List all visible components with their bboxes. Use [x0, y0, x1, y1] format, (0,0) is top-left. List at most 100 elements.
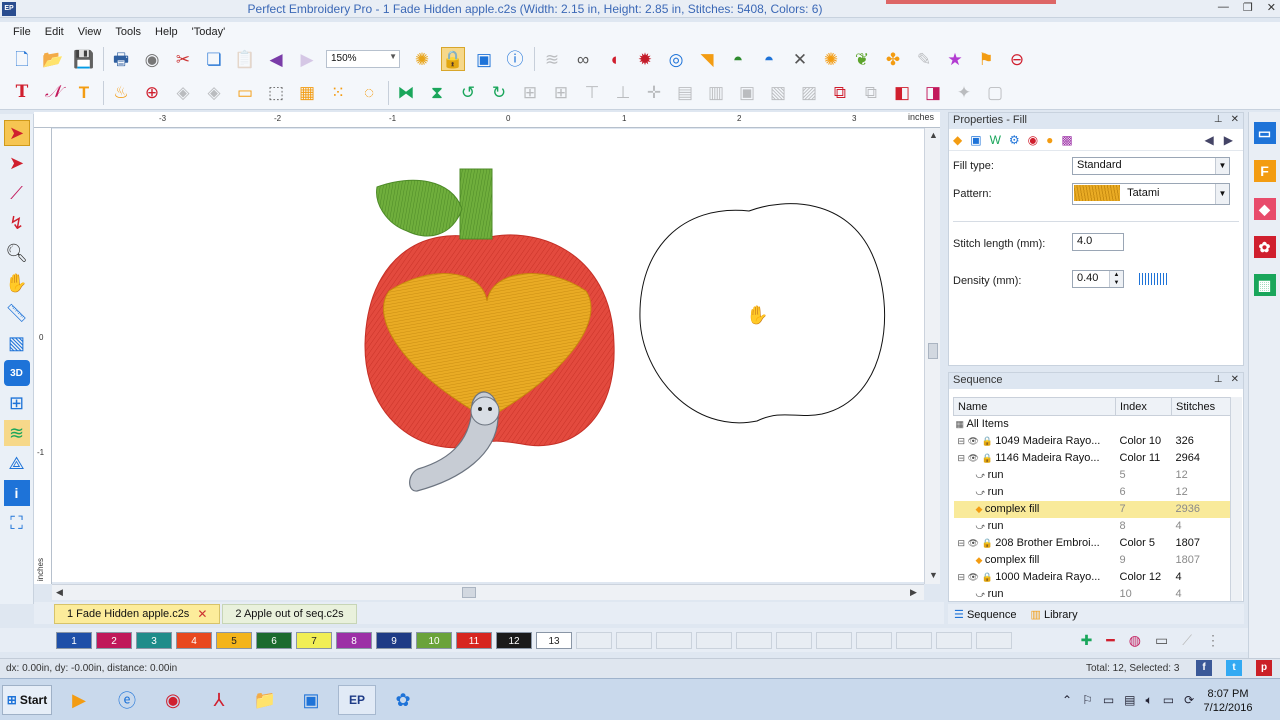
sequence-row[interactable]: ⊟ 👁 🔒 1049 Madeira Rayo... Color 10 326 [954, 433, 1242, 450]
cross-icon[interactable]: ✕ [788, 47, 812, 71]
monitor-tray-icon[interactable]: ▭ [1163, 693, 1174, 708]
combine2-icon[interactable]: ◨ [921, 81, 945, 105]
scroll-thumb[interactable] [462, 587, 476, 598]
color-swatch-4[interactable]: 4 [176, 631, 212, 649]
print-icon[interactable]: 🖶 [109, 47, 133, 71]
more-icon[interactable]: ⋮ [1206, 632, 1220, 649]
scroll-thumb[interactable] [928, 343, 938, 359]
close-icon[interactable]: ✕ [1231, 374, 1239, 385]
clock[interactable]: 8:07 PM 7/12/2016 [1196, 687, 1260, 715]
network-tray-icon[interactable]: ▤ [1124, 693, 1135, 708]
crop2-icon[interactable]: ⧉ [859, 81, 883, 105]
media-icon[interactable]: ▶ [60, 685, 98, 715]
copy-icon[interactable]: ❏ [202, 47, 226, 71]
paste-icon[interactable]: 📋 [233, 47, 257, 71]
acrobat-icon[interactable]: ⅄ [200, 685, 238, 715]
cut-icon[interactable]: ✂ [171, 47, 195, 71]
spinner-icon[interactable]: ▲ ▼ [1109, 271, 1123, 287]
color-swatch-11[interactable]: 11 [456, 631, 492, 649]
screen-icon[interactable]: ▣ [292, 685, 330, 715]
gear-icon[interactable]: ⚙ [1009, 133, 1020, 147]
orange-tag-icon[interactable]: ◥ [695, 47, 719, 71]
doc-tab-2[interactable]: 2 Apple out of seq.c2s [222, 604, 357, 624]
color-swatch-9[interactable]: 9 [376, 631, 412, 649]
circle-dots-icon[interactable]: ◌ [357, 81, 381, 105]
new-file-icon[interactable]: 🗋 [10, 47, 34, 71]
color-swatch-5[interactable]: 5 [216, 631, 252, 649]
menu-today[interactable]: 'Today' [185, 26, 233, 38]
3d-view-icon[interactable]: 3D [3, 360, 30, 386]
align-icon[interactable]: ⊞ [518, 81, 542, 105]
scroll-up-icon[interactable]: ▲ [929, 130, 938, 140]
empty-swatch[interactable] [696, 631, 732, 649]
stitch-edit-icon[interactable]: ↯ [4, 210, 30, 236]
distribute3-icon[interactable]: ▣ [735, 81, 759, 105]
sequence-row[interactable]: ⤻ run 8 4 [954, 518, 1242, 535]
align2-icon[interactable]: ⊞ [549, 81, 573, 105]
distribute5-icon[interactable]: ▨ [797, 81, 821, 105]
maximize-icon[interactable]: ❐ [1243, 1, 1253, 14]
lock-icon[interactable]: 🔒 [441, 47, 465, 71]
empty-swatch[interactable] [936, 631, 972, 649]
pattern-icon[interactable]: ▩ [1061, 133, 1072, 147]
target-icon[interactable]: ⊕ [140, 81, 164, 105]
knife-icon[interactable]: ⟋ [4, 180, 30, 206]
tree-node-icon[interactable]: ⤻ [976, 521, 988, 531]
close-icon[interactable]: ✕ [1231, 114, 1239, 125]
sequence-row[interactable]: ▦ All Items [954, 416, 1242, 433]
loop-icon[interactable]: ∞ [571, 47, 595, 71]
measure-icon[interactable]: 📏︎ [4, 300, 30, 326]
frame-select-icon[interactable]: ⬚ [264, 81, 288, 105]
empty-swatch[interactable] [976, 631, 1012, 649]
sequence-row[interactable]: ⤻ run 10 4 [954, 586, 1242, 603]
canvas-vertical-scrollbar[interactable]: ▲ ▼ [924, 128, 940, 584]
flag-icon[interactable]: ⚑ [974, 47, 998, 71]
minimize-icon[interactable]: — [1218, 1, 1229, 14]
menu-view[interactable]: View [71, 26, 109, 38]
align5-icon[interactable]: ✛ [642, 81, 666, 105]
green-leaf-icon[interactable]: ❦ [850, 47, 874, 71]
add-color-icon[interactable]: ✚ [1081, 632, 1093, 649]
volume-tray-icon[interactable]: 🔈︎ [1146, 693, 1153, 708]
zigzag-icon[interactable]: ≋ [540, 47, 564, 71]
open-folder-icon[interactable]: 📂 [41, 47, 65, 71]
tree-node-icon[interactable]: ⤻ [976, 470, 988, 480]
red-fan-icon[interactable]: ✹ [633, 47, 657, 71]
rotate-right-icon[interactable]: ↻ [487, 81, 511, 105]
align3-icon[interactable]: ⊤ [580, 81, 604, 105]
group-icon[interactable]: ▦ [295, 81, 319, 105]
shape-icon[interactable]: ◈ [171, 81, 195, 105]
empty-swatch[interactable] [656, 631, 692, 649]
stack-icon[interactable]: ◉ [1028, 133, 1038, 147]
mirror-h-icon[interactable]: ⧓ [394, 81, 418, 105]
flower-app-icon[interactable]: ✿ [384, 685, 422, 715]
combine-icon[interactable]: ◧ [890, 81, 914, 105]
tree-node-icon[interactable]: ⊟ 👁 🔒 [958, 538, 996, 548]
close-tab-icon[interactable]: ✕ [197, 607, 207, 621]
sequence-scrollbar[interactable] [1230, 397, 1242, 601]
empty-swatch[interactable] [616, 631, 652, 649]
ie-icon[interactable]: ⓔ [108, 685, 146, 715]
tree-node-icon[interactable]: ⊟ 👁 🔒 [958, 436, 996, 446]
color-swatch-10[interactable]: 10 [416, 631, 452, 649]
mirror-v-icon[interactable]: ⧗ [425, 81, 449, 105]
color-swatch-12[interactable]: 12 [496, 631, 532, 649]
tree-node-icon[interactable]: ⤻ [976, 589, 988, 599]
distribute2-icon[interactable]: ▥ [704, 81, 728, 105]
twitter-icon[interactable]: t [1226, 660, 1242, 676]
design-canvas[interactable]: ✋ [52, 129, 924, 582]
color-icon[interactable]: ▣ [970, 133, 981, 147]
apple-leaf-shape[interactable] [376, 179, 463, 237]
sequence-row[interactable]: ◆ complex fill 7 2936 [953, 500, 1242, 518]
menu-file[interactable]: File [6, 26, 38, 38]
rect-select-icon[interactable]: ▭ [233, 81, 257, 105]
text-icon[interactable]: T [10, 81, 34, 105]
tool-disabled-icon[interactable]: ✦ [952, 81, 976, 105]
pin-icon[interactable]: ⊥ [1214, 114, 1223, 125]
hoop-side-icon[interactable]: ⛶ [4, 510, 30, 536]
tool-disabled2-icon[interactable]: ▢ [983, 81, 1007, 105]
green-dome-icon[interactable]: ◓ [726, 47, 750, 71]
info-side-icon[interactable]: i [3, 480, 30, 506]
display-tray-icon[interactable]: ▭ [1103, 693, 1114, 708]
empty-swatch[interactable] [816, 631, 852, 649]
